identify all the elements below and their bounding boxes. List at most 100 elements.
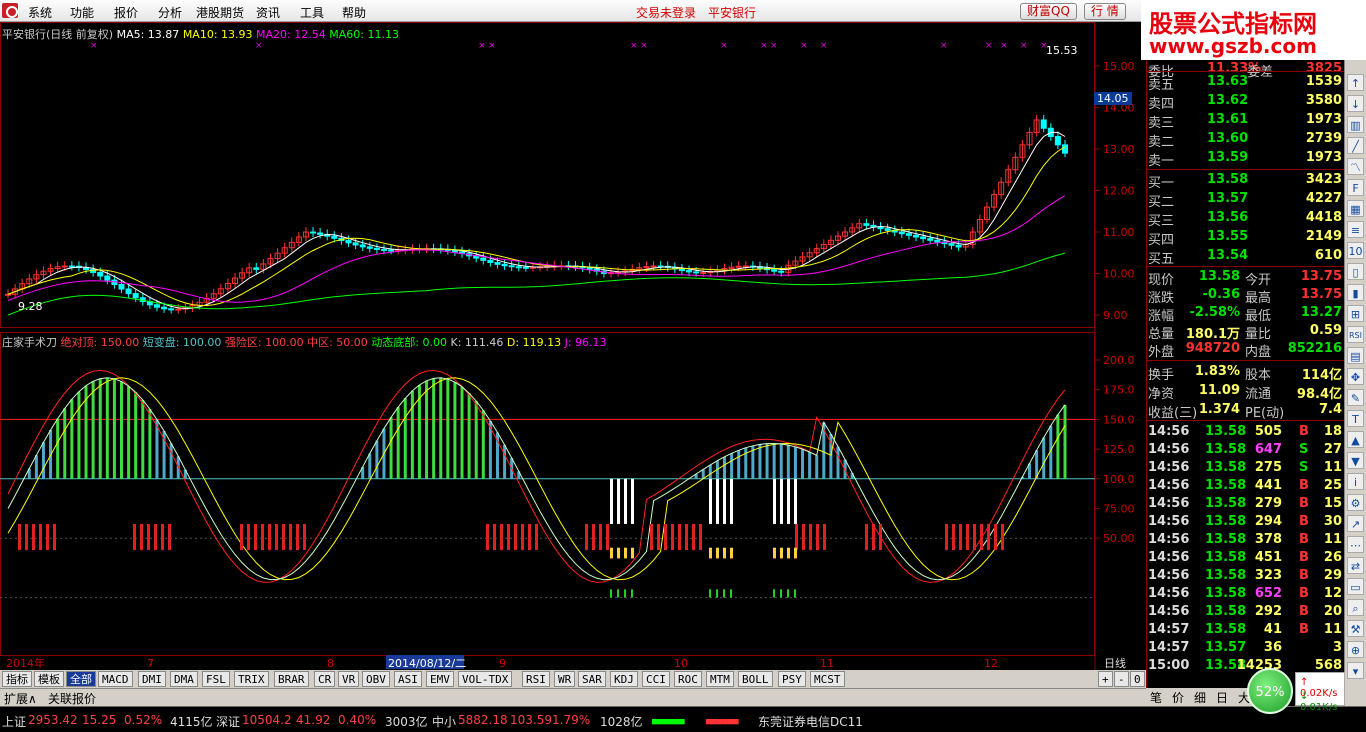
- indicator-tab-指标[interactable]: 指标: [2, 671, 32, 687]
- menu-hk-futures[interactable]: 港股期货: [196, 4, 244, 21]
- zoom-in-button[interactable]: +: [1098, 671, 1113, 687]
- reset-zoom-button[interactable]: 0: [1130, 671, 1145, 687]
- bars-icon[interactable]: ▮: [1347, 284, 1364, 301]
- related-quote-tab[interactable]: 关联报价: [48, 690, 96, 707]
- indicator-tab-obv[interactable]: OBV: [362, 671, 390, 687]
- indicator-tab-boll[interactable]: BOLL: [738, 671, 773, 687]
- indicator-tab-asi[interactable]: ASI: [394, 671, 422, 687]
- share-icon[interactable]: ⇄: [1347, 557, 1364, 574]
- tick-row: 14:56 13.58 652 B 12: [1147, 585, 1345, 603]
- search-icon[interactable]: ⌕: [1347, 599, 1364, 616]
- indicator-tab-mtm[interactable]: MTM: [706, 671, 734, 687]
- rsi-icon[interactable]: RSI: [1347, 326, 1364, 343]
- stock-name-link[interactable]: 平安银行: [708, 4, 756, 21]
- trend-icon[interactable]: ↗: [1347, 515, 1364, 532]
- info-icon[interactable]: i: [1347, 473, 1364, 490]
- indicator-tab-macd[interactable]: MACD: [98, 671, 133, 687]
- indicator-tab-trix[interactable]: TRIX: [234, 671, 269, 687]
- indicator-tab-dmi[interactable]: DMI: [138, 671, 166, 687]
- up-icon[interactable]: ▲: [1347, 431, 1364, 448]
- list-icon[interactable]: ≡: [1347, 221, 1364, 238]
- indicator-tab-cr[interactable]: CR: [314, 671, 336, 687]
- sz-label[interactable]: 深证: [216, 713, 240, 730]
- f10-icon[interactable]: 10: [1347, 242, 1364, 259]
- sell-level-label: 卖三: [1148, 116, 1175, 131]
- chart-area[interactable]: 15.00 14.00 13.00 12.00 11.00 10.00 9.00 200.0 1…: [0, 22, 1146, 670]
- indicator-tab-sar[interactable]: SAR: [578, 671, 606, 687]
- candles-icon[interactable]: ▥: [1347, 116, 1364, 133]
- indicator-tab-roc[interactable]: ROC: [674, 671, 702, 687]
- indicator-tab-rsi[interactable]: RSI: [522, 671, 550, 687]
- text-icon[interactable]: T: [1347, 410, 1364, 427]
- panel-separator: [1147, 169, 1345, 170]
- stat2-label: 换手: [1148, 368, 1175, 383]
- indicator-tab-dma[interactable]: DMA: [170, 671, 198, 687]
- down-icon[interactable]: ▼: [1347, 452, 1364, 469]
- fund-icon[interactable]: F: [1347, 179, 1364, 196]
- menu-help[interactable]: 帮助: [342, 4, 366, 21]
- panel-tab-3[interactable]: 日: [1216, 689, 1228, 706]
- menu-news[interactable]: 资讯: [256, 4, 280, 21]
- stat2-value-2: 98.4亿: [1296, 387, 1342, 402]
- panel-tab-0[interactable]: 笔: [1150, 689, 1162, 706]
- indicator-tab-kdj[interactable]: KDJ: [610, 671, 638, 687]
- broker-server[interactable]: 东莞证券电信DC11: [758, 713, 863, 730]
- indicator-tab-vr[interactable]: VR: [338, 671, 360, 687]
- draw-icon[interactable]: ✎: [1347, 389, 1364, 406]
- stat2-row: 净资 11.09 流通 98.4亿: [1147, 382, 1345, 402]
- indicator-tab-fsl[interactable]: FSL: [202, 671, 230, 687]
- screen-icon[interactable]: ▭: [1347, 578, 1364, 595]
- tick-count: 11: [1323, 532, 1342, 547]
- zone-bar: [268, 523, 271, 551]
- sell-row: 卖五 13.63 1539: [1147, 73, 1345, 93]
- stat2-label-2: 股本: [1245, 368, 1272, 383]
- caifu-qq-button[interactable]: 财富QQ: [1020, 3, 1077, 20]
- indicator-name[interactable]: 庄家手术刀: [2, 336, 57, 349]
- dots-icon[interactable]: ⋯: [1347, 536, 1364, 553]
- buy-row: 买三 13.56 4418: [1147, 209, 1345, 229]
- indicator-tab-cci[interactable]: CCI: [642, 671, 670, 687]
- arrow-down-icon[interactable]: ↓: [1347, 95, 1364, 112]
- menu-quote[interactable]: 报价: [114, 4, 138, 21]
- table-icon[interactable]: ▤: [1347, 347, 1364, 364]
- indicator-tab-psy[interactable]: PSY: [778, 671, 806, 687]
- indicator-tab-vol-tdx[interactable]: VOL-TDX: [458, 671, 513, 687]
- expand-tab[interactable]: 扩展∧: [4, 690, 37, 707]
- zone-bar: [966, 523, 969, 551]
- buy-volume: 4418: [1305, 210, 1342, 225]
- indicator-tab-模板[interactable]: 模板: [34, 671, 64, 687]
- kline-icon[interactable]: ▯: [1347, 263, 1364, 280]
- sh-label[interactable]: 上证: [2, 713, 26, 730]
- sz-index: 10504.2: [242, 713, 292, 727]
- move-icon[interactable]: ✥: [1347, 368, 1364, 385]
- zoom-out-button[interactable]: -: [1114, 671, 1129, 687]
- level-icon[interactable]: ⊞: [1347, 305, 1364, 322]
- settings-icon[interactable]: ⚙: [1347, 494, 1364, 511]
- network-speed-ball[interactable]: 52%: [1247, 668, 1293, 714]
- menu-tools[interactable]: 工具: [300, 4, 324, 21]
- end-icon[interactable]: ▾: [1347, 662, 1364, 679]
- lines-icon[interactable]: ╱: [1347, 137, 1364, 154]
- indicator-tab-全部[interactable]: 全部: [66, 671, 96, 687]
- menu-function[interactable]: 功能: [70, 4, 94, 21]
- tool-icon[interactable]: ⚒: [1347, 620, 1364, 637]
- indicator-tab-brar[interactable]: BRAR: [274, 671, 309, 687]
- indicator-tab-emv[interactable]: EMV: [426, 671, 454, 687]
- ma60-line: [7, 252, 1066, 316]
- zone-bar: [795, 523, 798, 551]
- panel-tab-1[interactable]: 价: [1172, 689, 1184, 706]
- panel-tab-2[interactable]: 细: [1194, 689, 1206, 706]
- trade-login-status[interactable]: 交易未登录: [636, 4, 696, 21]
- indicator-tab-mcst[interactable]: MCST: [810, 671, 845, 687]
- arrow-up-icon[interactable]: ↑: [1347, 74, 1364, 91]
- menu-system[interactable]: 系统: [28, 4, 52, 21]
- more-icon[interactable]: ⊕: [1347, 641, 1364, 658]
- chart-icon[interactable]: 〽: [1347, 158, 1364, 175]
- zx-label[interactable]: 中小: [432, 713, 456, 730]
- grid-icon[interactable]: ▦: [1347, 200, 1364, 217]
- network-speed-box: ↑ 0.02K/s ↓ 0.01K/s: [1295, 672, 1345, 713]
- menu-analysis[interactable]: 分析: [158, 4, 182, 21]
- indicator-tab-wr[interactable]: WR: [554, 671, 576, 687]
- j-line: [7, 369, 1066, 583]
- market-button[interactable]: 行 情: [1084, 3, 1126, 20]
